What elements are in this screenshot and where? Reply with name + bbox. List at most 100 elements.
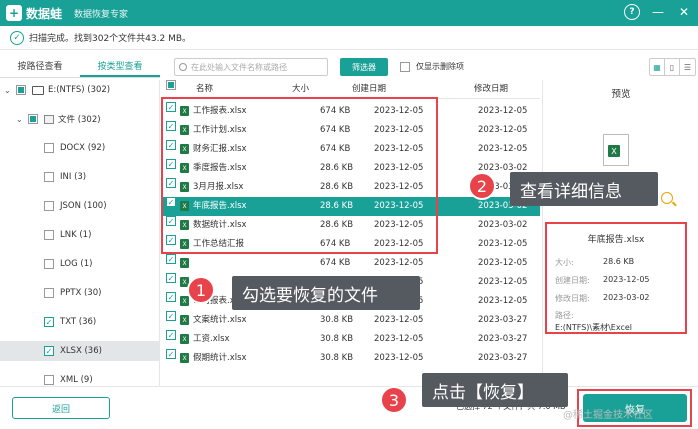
deleted-only-toggle[interactable]: 仅显示删除项 [400, 61, 464, 72]
tab-by-type[interactable]: 按类型查看 [80, 56, 160, 77]
row-checkbox[interactable]: ✓ [166, 292, 176, 302]
app-logo: + 数据蛙 数据恢复专家 [6, 5, 128, 22]
scan-status-text: 扫描完成。找到302个文件共43.2 MB。 [29, 34, 192, 44]
app-subtitle: 数据恢复专家 [74, 9, 129, 20]
tree-type-label: DOCX (92) [60, 143, 106, 153]
table-row[interactable]: ✓ X 假期统计.xlsx 30.8 KB 2023-12-05 2023-03-27 [162, 349, 540, 368]
row-name: 工资.xlsx [193, 334, 230, 344]
excel-icon: X [608, 145, 620, 157]
details-file-name: 年底报告.xlsx [587, 235, 645, 245]
type-checkbox[interactable]: ✓ [44, 346, 54, 356]
tree-type-label: TXT (36) [60, 317, 97, 327]
folder-icon [44, 114, 54, 124]
row-created: 2023-12-05 [374, 334, 424, 344]
excel-icon: X [180, 334, 189, 344]
type-checkbox[interactable] [44, 172, 54, 182]
select-all-checkbox[interactable] [166, 80, 176, 90]
type-checkbox[interactable] [44, 375, 54, 385]
type-checkbox[interactable] [44, 230, 54, 240]
row-checkbox[interactable]: ✓ [166, 254, 176, 264]
row-modified: 2023-03-02 [478, 220, 528, 230]
details-created: 创建日期: 2023-12-05 [555, 275, 650, 285]
callout-view-details: 查看详细信息 [510, 172, 658, 206]
row-name: 文案统计.xlsx [193, 315, 247, 325]
title-bar: + 数据蛙 数据恢复专家 ? — ✕ [0, 0, 698, 26]
scan-status: ✓ 扫描完成。找到302个文件共43.2 MB。 [0, 26, 698, 50]
file-details: 年底报告.xlsx 大小: 28.6 KB 创建日期: 2023-12-05 修改日… [545, 222, 687, 334]
details-path: E:(NTFS)\素材\Excel [555, 323, 632, 332]
step-1-badge: 1 [187, 276, 215, 304]
filter-button[interactable]: 筛选器 [340, 58, 388, 76]
row-modified: 2023-03-27 [478, 315, 528, 325]
callout-click-recover: 点击【恢复】 [422, 373, 568, 407]
type-checkbox[interactable] [44, 143, 54, 153]
tree-folder[interactable]: ⌄ 文件 (302) [16, 109, 101, 129]
file-toolbar: 在此处输入文件名称或路径 筛选器 仅显示删除项 ▦ ▯ ☰ [164, 56, 698, 78]
table-row[interactable]: ✓ X 工资.xlsx 30.8 KB 2023-12-05 2023-03-27 [162, 330, 540, 349]
tree-type-item[interactable]: JSON (100) [0, 196, 159, 216]
row-checkbox[interactable]: ✓ [166, 330, 176, 340]
tree-type-label: INI (3) [60, 172, 87, 182]
file-preview-thumbnail: X [603, 134, 629, 166]
row-checkbox[interactable]: ✓ [166, 311, 176, 321]
table-row[interactable]: ✓ X 文案统计.xlsx 30.8 KB 2023-12-05 2023-03-27 [162, 311, 540, 330]
type-checkbox[interactable] [44, 259, 54, 269]
step-2-badge: 2 [468, 172, 496, 200]
type-checkbox[interactable] [44, 288, 54, 298]
minimize-button[interactable]: — [650, 4, 666, 20]
tree-type-item[interactable]: INI (3) [0, 167, 159, 187]
view-mode-switch: ▦ ▯ ☰ [649, 58, 696, 76]
tree-type-label: XLSX (36) [60, 346, 102, 356]
tree-type-item[interactable]: ✓ TXT (36) [0, 312, 159, 332]
row-size: 30.8 KB [320, 353, 354, 363]
close-button[interactable]: ✕ [676, 4, 692, 20]
tree-type-label: XML (9) [60, 375, 93, 385]
zoom-icon[interactable] [661, 192, 673, 204]
drive-checkbox[interactable] [16, 85, 26, 95]
back-button[interactable]: 返回 [12, 397, 110, 419]
help-icon[interactable]: ? [624, 4, 640, 20]
chevron-down-icon[interactable]: ⌄ [16, 115, 26, 124]
tab-by-path[interactable]: 按路径查看 [0, 56, 80, 77]
tree-type-item[interactable]: LOG (1) [0, 254, 159, 274]
callout-select-files: 勾选要恢复的文件 [232, 276, 420, 310]
row-modified: 2023-03-27 [478, 353, 528, 363]
grid-view-icon[interactable]: ▦ [650, 59, 665, 75]
table-row[interactable]: ✓ X 674 KB 2023-12-05 2023-12-05 [162, 254, 540, 273]
tree-drive[interactable]: ⌄ E:(NTFS) (302) [4, 80, 110, 100]
row-size: 30.8 KB [320, 334, 354, 344]
deleted-only-checkbox[interactable] [400, 61, 410, 72]
search-input[interactable]: 在此处输入文件名称或路径 [174, 58, 328, 76]
excel-icon: X [180, 296, 189, 306]
search-icon [179, 63, 187, 71]
row-modified: 2023-12-05 [478, 106, 528, 116]
details-size: 大小: 28.6 KB [555, 257, 635, 267]
tree-type-item[interactable]: DOCX (92) [0, 138, 159, 158]
col-modified[interactable]: 修改日期 [474, 80, 508, 99]
list-view-icon[interactable]: ☰ [680, 59, 695, 75]
row-modified: 2023-12-05 [478, 277, 528, 287]
row-modified: 2023-12-05 [478, 125, 528, 135]
type-checkbox[interactable]: ✓ [44, 317, 54, 327]
row-checkbox[interactable]: ✓ [166, 273, 176, 283]
chevron-down-icon[interactable]: ⌄ [4, 86, 14, 95]
row-created: 2023-12-05 [374, 258, 424, 268]
tree-type-label: PPTX (30) [60, 288, 102, 298]
row-modified: 2023-12-05 [478, 239, 528, 249]
deleted-only-label: 仅显示删除项 [416, 62, 464, 71]
tree-type-item[interactable]: LNK (1) [0, 225, 159, 245]
type-checkbox[interactable] [44, 201, 54, 211]
folder-checkbox[interactable] [28, 114, 38, 124]
row-name: 假期统计.xlsx [193, 353, 247, 363]
tree-type-item[interactable]: ✓ XLSX (36) [0, 341, 159, 361]
row-modified: 2023-12-05 [478, 258, 528, 268]
thumbnail-view-icon[interactable]: ▯ [665, 59, 680, 75]
row-modified: 2023-12-05 [478, 144, 528, 154]
tree-folder-label: 文件 (302) [58, 115, 101, 125]
row-modified: 2023-03-27 [478, 334, 528, 344]
row-checkbox[interactable]: ✓ [166, 349, 176, 359]
row-size: 30.8 KB [320, 315, 354, 325]
tree-drive-label: E:(NTFS) (302) [48, 85, 111, 95]
tree-type-label: LOG (1) [60, 259, 93, 269]
tree-type-item[interactable]: PPTX (30) [0, 283, 159, 303]
